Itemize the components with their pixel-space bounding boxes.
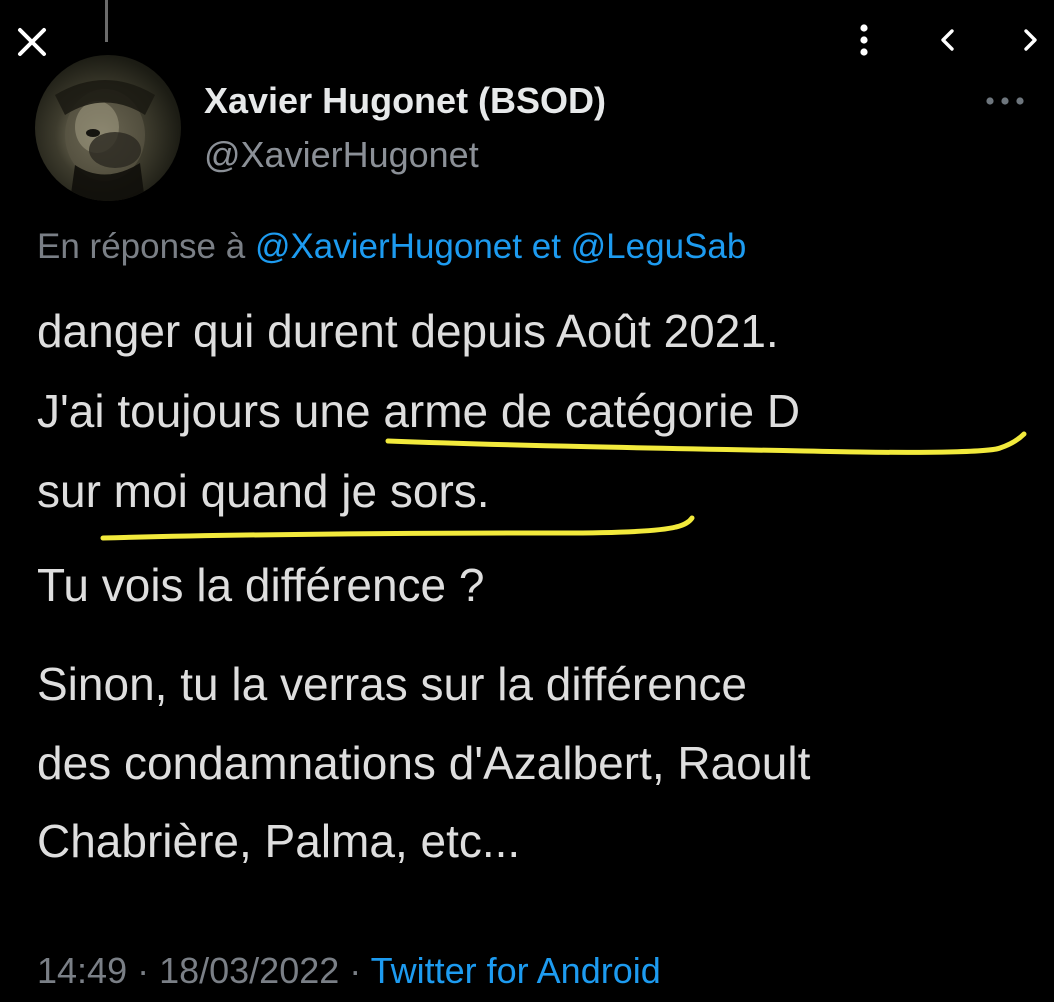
tweet-text-line-7: Chabrière, Palma, etc... — [37, 815, 521, 867]
tweet-date: 18/03/2022 — [159, 950, 340, 991]
tweet-time: 14:49 — [37, 950, 128, 991]
tweet-source-link[interactable]: Twitter for Android — [371, 950, 661, 991]
close-icon — [18, 28, 46, 56]
author-display-name[interactable]: Xavier Hugonet (BSOD) — [204, 80, 606, 122]
chevron-right-icon — [1024, 29, 1037, 51]
top-divider-line — [105, 0, 108, 42]
reply-mention-legusab[interactable]: @LeguSab — [571, 227, 747, 266]
previous-button[interactable] — [930, 22, 966, 58]
highlight-underline-2 — [100, 515, 695, 541]
tweet-text-line-1: danger qui durent depuis Août 2021. — [37, 305, 779, 357]
reply-conjunction: et — [522, 227, 571, 266]
tweet-text-line-3: sur moi quand je sors. — [37, 465, 490, 517]
tweet-text-line-5: Sinon, tu la verras sur la différence — [37, 658, 747, 710]
close-button[interactable] — [14, 24, 50, 60]
tweet-metadata: 14:49 · 18/03/2022 · Twitter for Android — [37, 950, 661, 992]
next-button[interactable] — [1012, 22, 1048, 58]
reply-mention-xavierhugonet[interactable]: @XavierHugonet — [255, 227, 522, 266]
meta-separator: · — [127, 950, 160, 991]
author-handle[interactable]: @XavierHugonet — [204, 134, 479, 176]
more-options-button[interactable] — [982, 88, 1028, 114]
menu-button[interactable] — [850, 20, 878, 60]
reply-prefix: En réponse à — [37, 227, 255, 266]
avatar-image — [55, 80, 155, 201]
meta-separator: · — [339, 950, 371, 991]
tweet-text-line-2: J'ai toujours une arme de catégorie D — [37, 385, 801, 437]
more-horizontal-icon — [986, 97, 1024, 105]
tweet-text-line-6: des condamnations d'Azalbert, Raoult — [37, 737, 811, 789]
chevron-left-icon — [941, 29, 954, 51]
kebab-vertical-icon — [860, 24, 868, 56]
reply-context: En réponse à @XavierHugonet et @LeguSab — [37, 227, 746, 267]
avatar[interactable] — [35, 55, 181, 201]
tweet-text-line-4: Tu vois la différence ? — [37, 559, 485, 611]
